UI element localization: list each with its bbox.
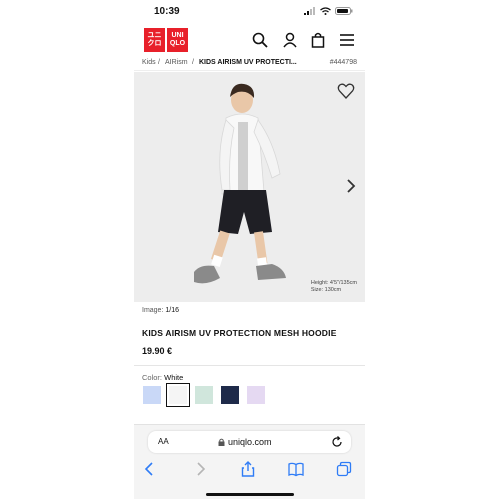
wifi-icon [320,7,331,15]
menu-icon[interactable] [339,32,355,48]
status-icons [304,7,353,15]
home-indicator [206,493,294,496]
breadcrumb: Kids / AIRism / KIDS AIRISM UV PROTECTI.… [134,56,365,71]
color-swatch[interactable] [166,383,190,407]
breadcrumb-kids[interactable]: Kids [142,59,156,66]
image-counter-value: 1/16 [165,307,179,314]
product-price: 19.90 € [142,346,173,356]
signal-icon [304,7,315,15]
logo-text: クロ [147,40,162,47]
browser-nav [134,461,365,481]
divider [134,365,365,366]
share-icon[interactable] [240,461,256,477]
color-swatch[interactable] [143,386,161,404]
color-swatch[interactable] [247,386,265,404]
site-header: ユニ クロ UNI QLO [134,26,365,54]
selected-color-name: White [164,373,184,382]
color-swatch[interactable] [195,386,213,404]
color-swatch[interactable] [221,386,239,404]
product-title: KIDS AIRISM UV PROTECTION MESH HOODIE [142,328,337,338]
breadcrumb-airism[interactable]: AIRism [165,59,188,66]
lock-icon [218,438,225,446]
caption-size: Size: 130cm [310,287,342,293]
battery-icon [335,7,353,15]
account-icon[interactable] [282,32,298,48]
status-bar: 10:39 [134,0,365,24]
breadcrumb-current: KIDS AIRISM UV PROTECTI... [199,59,297,66]
color-swatches [143,383,265,407]
heart-icon[interactable] [337,82,355,100]
cart-icon[interactable] [310,32,326,48]
url-display[interactable]: uniqlo.com [218,437,272,447]
url-text: uniqlo.com [228,437,272,447]
caption-height: Height: 4'5"/135cm [310,280,357,286]
address-bar[interactable]: AA uniqlo.com [148,431,351,453]
reader-settings-button[interactable]: AA [158,437,169,446]
reload-icon[interactable] [331,436,343,448]
color-label-text: Color: [142,373,163,382]
phone-screen: 10:39 ユニ クロ UNI QLO Kids / AIRism / KIDS… [134,0,365,499]
browser-toolbar: AA uniqlo.com [134,424,365,499]
breadcrumb-separator: / [192,59,194,66]
search-icon[interactable] [252,32,268,48]
forward-icon[interactable] [192,461,208,477]
bookmarks-icon[interactable] [288,461,304,477]
logo-text: ユニ [147,32,162,39]
color-label: Color: White [142,373,183,382]
chevron-right-icon[interactable] [345,178,357,194]
image-counter-label: Image: [142,307,164,314]
product-image[interactable]: Height: 4'5"/135cm Size: 130cm [134,72,365,302]
status-time: 10:39 [154,6,180,17]
uniqlo-logo[interactable]: ユニ クロ UNI QLO [144,28,188,52]
logo-text: QLO [169,40,186,47]
back-icon[interactable] [142,461,158,477]
logo-block-right: UNI QLO [167,28,188,52]
logo-text: UNI [171,32,184,39]
product-code: #444798 [329,59,357,66]
breadcrumb-separator: / [158,59,160,66]
image-counter: Image: 1/16 [142,307,179,314]
tabs-icon[interactable] [336,461,352,477]
model-caption: Height: 4'5"/135cm Size: 130cm [311,280,357,294]
model-photo [194,83,286,284]
logo-block-left: ユニ クロ [144,28,165,52]
